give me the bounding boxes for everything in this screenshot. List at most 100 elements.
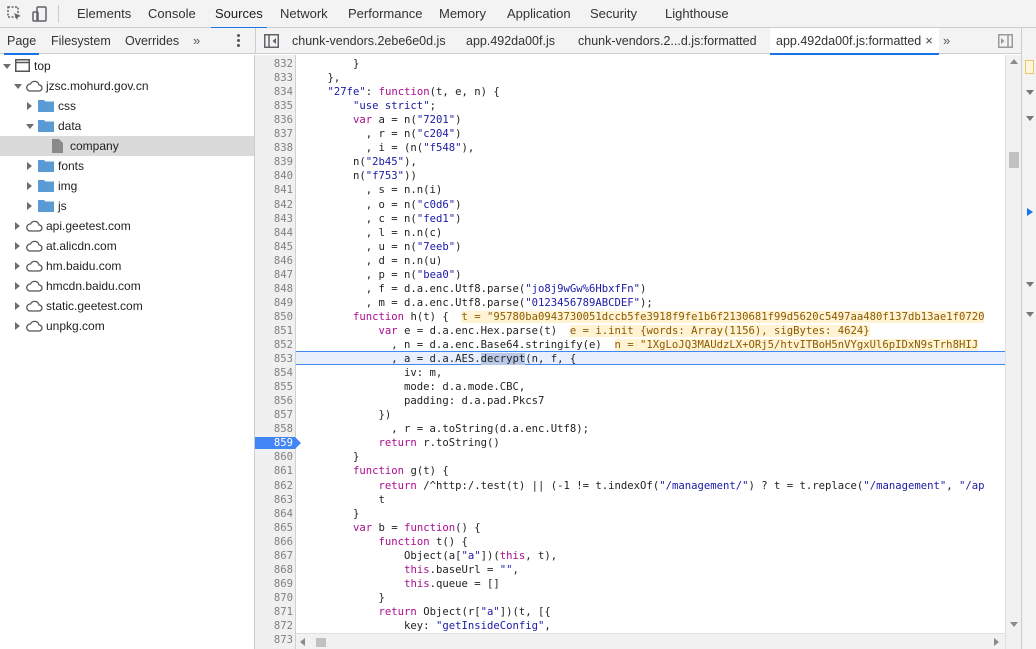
close-tab-icon[interactable]: × — [925, 33, 933, 48]
line-number[interactable]: 844 — [255, 226, 293, 240]
line-number[interactable]: 859 — [255, 436, 293, 450]
tree-item-folder[interactable]: img — [0, 176, 254, 196]
file-tab-chunk-vendors-formatted[interactable]: chunk-vendors.2...d.js:formatted — [578, 28, 757, 54]
line-number[interactable]: 832 — [255, 57, 293, 71]
tab-network[interactable]: Network — [280, 0, 328, 28]
chevron-down-icon[interactable] — [1026, 116, 1034, 121]
collapse-arrow-icon[interactable] — [3, 64, 11, 69]
tab-filesystem[interactable]: Filesystem — [51, 28, 111, 54]
line-number[interactable]: 872 — [255, 619, 293, 633]
line-number[interactable]: 866 — [255, 535, 293, 549]
line-number[interactable]: 849 — [255, 296, 293, 310]
expand-arrow-icon[interactable] — [15, 222, 20, 230]
line-number[interactable]: 850 — [255, 310, 293, 324]
line-number[interactable]: 855 — [255, 380, 293, 394]
line-number[interactable]: 847 — [255, 268, 293, 282]
line-number[interactable]: 862 — [255, 479, 293, 493]
file-tab-chunk-vendors[interactable]: chunk-vendors.2ebe6e0d.js — [292, 28, 446, 54]
tree-item-file-selected[interactable]: company — [0, 136, 254, 156]
collapse-arrow-icon[interactable] — [26, 124, 34, 129]
tab-sources[interactable]: Sources — [211, 0, 267, 29]
tree-item-folder[interactable]: data — [0, 116, 254, 136]
line-number[interactable]: 851 — [255, 324, 293, 338]
line-number[interactable]: 871 — [255, 605, 293, 619]
scroll-down-icon[interactable] — [1010, 622, 1018, 627]
expand-arrow-icon[interactable] — [15, 242, 20, 250]
line-number[interactable]: 842 — [255, 198, 293, 212]
expand-arrow-icon[interactable] — [27, 162, 32, 170]
line-number[interactable]: 852 — [255, 338, 293, 352]
tree-item-top[interactable]: top — [0, 56, 254, 76]
file-tab-app[interactable]: app.492da00f.js — [466, 28, 555, 54]
device-toolbar-icon[interactable] — [31, 5, 49, 23]
inspect-element-icon[interactable] — [6, 5, 24, 23]
line-number[interactable]: 861 — [255, 464, 293, 478]
tree-item-domain[interactable]: unpkg.com — [0, 316, 254, 336]
line-number[interactable]: 868 — [255, 563, 293, 577]
line-number[interactable]: 873 — [255, 633, 293, 647]
tab-lighthouse[interactable]: Lighthouse — [665, 0, 729, 28]
line-number[interactable]: 864 — [255, 507, 293, 521]
toggle-debugger-icon[interactable] — [998, 34, 1013, 48]
tab-console[interactable]: Console — [148, 0, 196, 28]
line-number[interactable]: 836 — [255, 113, 293, 127]
navigator-more-tabs-button[interactable]: » — [193, 28, 200, 54]
tree-item-folder[interactable]: js — [0, 196, 254, 216]
tree-item-domain[interactable]: at.alicdn.com — [0, 236, 254, 256]
tree-item-domain[interactable]: jzsc.mohurd.gov.cn — [0, 76, 254, 96]
tab-memory[interactable]: Memory — [439, 0, 486, 28]
tab-application[interactable]: Application — [507, 0, 571, 28]
line-number[interactable]: 845 — [255, 240, 293, 254]
code-editor[interactable]: 832 833 834 835 836 837 838 839 840 841 842 843 844 8… — [255, 55, 1005, 649]
line-number[interactable]: 863 — [255, 493, 293, 507]
expand-arrow-icon[interactable] — [15, 322, 20, 330]
line-number[interactable]: 835 — [255, 99, 293, 113]
editor-more-tabs-button[interactable]: » — [943, 28, 950, 54]
line-number[interactable]: 858 — [255, 422, 293, 436]
line-number[interactable]: 837 — [255, 127, 293, 141]
scroll-right-icon[interactable] — [994, 638, 999, 646]
expand-arrow-icon[interactable] — [27, 202, 32, 210]
line-number[interactable]: 856 — [255, 394, 293, 408]
line-number[interactable]: 860 — [255, 450, 293, 464]
tab-performance[interactable]: Performance — [348, 0, 422, 28]
line-number-gutter[interactable]: 832 833 834 835 836 837 838 839 840 841 842 843 844 8… — [255, 55, 301, 649]
tab-security[interactable]: Security — [590, 0, 637, 28]
tree-item-folder[interactable]: css — [0, 96, 254, 116]
line-number[interactable]: 854 — [255, 366, 293, 380]
collapse-arrow-icon[interactable] — [14, 84, 22, 89]
toggle-navigator-icon[interactable] — [264, 34, 279, 48]
tab-page[interactable]: Page — [3, 28, 40, 55]
line-number[interactable]: 834 — [255, 85, 293, 99]
scrollbar-thumb[interactable] — [1009, 152, 1019, 168]
navigator-menu-icon[interactable] — [233, 33, 243, 49]
scroll-up-icon[interactable] — [1010, 59, 1018, 64]
chevron-down-icon[interactable] — [1026, 282, 1034, 287]
expand-arrow-icon[interactable] — [27, 102, 32, 110]
line-number[interactable]: 841 — [255, 183, 293, 197]
tree-item-domain[interactable]: static.geetest.com — [0, 296, 254, 316]
tab-elements[interactable]: Elements — [77, 0, 131, 28]
tree-item-domain[interactable]: api.geetest.com — [0, 216, 254, 236]
tree-item-domain[interactable]: hmcdn.baidu.com — [0, 276, 254, 296]
expand-arrow-icon[interactable] — [15, 282, 20, 290]
line-number[interactable]: 853 — [255, 352, 293, 366]
line-number[interactable]: 867 — [255, 549, 293, 563]
vertical-scrollbar[interactable] — [1005, 55, 1021, 649]
scrollbar-thumb[interactable] — [316, 638, 326, 647]
line-number[interactable]: 869 — [255, 577, 293, 591]
line-number[interactable]: 839 — [255, 155, 293, 169]
chevron-down-icon[interactable] — [1026, 90, 1034, 95]
line-number[interactable]: 865 — [255, 521, 293, 535]
horizontal-scrollbar[interactable] — [296, 633, 1005, 649]
scroll-left-icon[interactable] — [300, 638, 305, 646]
expand-arrow-icon[interactable] — [15, 262, 20, 270]
line-number[interactable]: 838 — [255, 141, 293, 155]
line-number[interactable]: 833 — [255, 71, 293, 85]
tab-overrides[interactable]: Overrides — [125, 28, 179, 54]
line-number[interactable]: 848 — [255, 282, 293, 296]
selected-token[interactable]: decrypt — [480, 353, 526, 366]
tree-item-folder[interactable]: fonts — [0, 156, 254, 176]
expand-arrow-icon[interactable] — [15, 302, 20, 310]
file-tab-app-formatted[interactable]: app.492da00f.js:formatted × — [770, 28, 939, 55]
